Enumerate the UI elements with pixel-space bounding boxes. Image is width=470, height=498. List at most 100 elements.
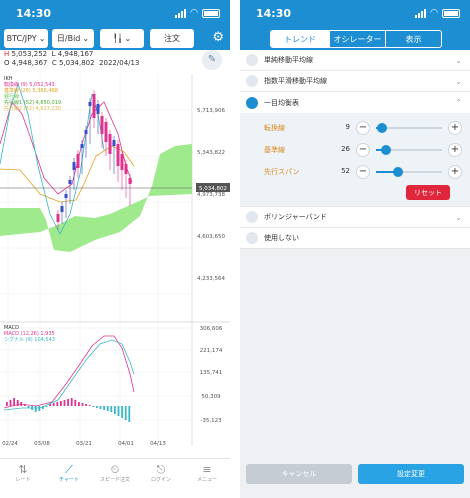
param-label: 先行スパン xyxy=(264,168,300,176)
indicator-item-bollinger[interactable]: ボリンジャーバンド ⌄ xyxy=(240,207,470,228)
x-tick-label: 03/21 xyxy=(76,441,92,446)
nav-item-menu[interactable]: ≡ メニュー xyxy=(184,459,230,498)
low-key: L xyxy=(51,50,56,58)
pair-selector[interactable]: BTC/JPY ⌄ xyxy=(4,29,48,48)
radio-button[interactable] xyxy=(246,75,258,87)
apply-button[interactable]: 設定変更 xyxy=(358,464,464,484)
slider-knob[interactable] xyxy=(393,167,403,177)
x-tick-label: 04/13 xyxy=(150,441,166,446)
macd-histogram-bar xyxy=(60,401,62,406)
x-tick-label: 02/24 xyxy=(2,441,18,446)
gear-icon[interactable]: ⚙ xyxy=(212,31,224,45)
candle-body xyxy=(76,154,80,168)
chart-type-selector[interactable]: ╿╽ ⌄ xyxy=(100,29,144,48)
decrement-button[interactable]: − xyxy=(356,165,370,179)
param-value: 26 xyxy=(341,145,350,153)
candle-body xyxy=(92,94,96,118)
status-time: 14:30 xyxy=(256,7,292,20)
close-value: 5,034,802 xyxy=(58,59,95,67)
pair-label: BTC/JPY xyxy=(6,34,37,43)
macd-tick-label: 221,174 xyxy=(200,348,223,354)
tab-display[interactable]: 表示 xyxy=(385,31,441,47)
indicator-label: 指数平滑移動平均線 xyxy=(264,77,327,85)
indicator-item-sma[interactable]: 単純移動平均線 ⌄ xyxy=(240,50,470,71)
reset-button[interactable]: リセット xyxy=(406,185,450,200)
increment-button[interactable]: + xyxy=(448,143,462,157)
price-type-selector[interactable]: 日/Bid ⌄ xyxy=(52,29,94,48)
candle-body xyxy=(120,154,124,170)
candle-body xyxy=(108,134,112,154)
macd-histogram-bar xyxy=(34,406,37,412)
macd-tick-label: 50,309 xyxy=(201,394,221,400)
decrement-button[interactable]: − xyxy=(356,121,370,135)
macd-histogram-bar xyxy=(128,406,131,422)
macd-histogram-bar xyxy=(9,400,12,406)
macd-histogram-bar xyxy=(88,405,91,406)
macd-histogram-bar xyxy=(117,406,120,416)
radio-button[interactable] xyxy=(246,211,258,223)
increment-button[interactable]: + xyxy=(448,165,462,179)
slider-knob[interactable] xyxy=(381,145,391,155)
macd-histogram-bar xyxy=(81,403,84,406)
macd-histogram-bar xyxy=(13,398,15,406)
nav-label: チャート xyxy=(59,477,79,483)
nav-item-rate[interactable]: ⇅ レート xyxy=(0,459,46,498)
open-value: 4,948,367 xyxy=(11,59,48,67)
chevron-down-icon: ⌄ xyxy=(124,34,132,43)
indicator-item-ichimoku[interactable]: 一目均衡表 ⌃ xyxy=(240,92,470,113)
high-key: H xyxy=(4,50,10,58)
indicator-item-none[interactable]: 使用しない xyxy=(240,228,470,249)
macd-histogram-bar xyxy=(52,403,55,406)
ichimoku-chart[interactable]: 5,034,8025,713,9065,343,8224,973,7384,60… xyxy=(0,74,230,446)
radio-button[interactable] xyxy=(246,54,258,66)
chevron-down-icon: ⌄ xyxy=(38,34,46,43)
ohlc-quote: H 5,053,252 L 4,948,167 O 4,948,367 C 5,… xyxy=(4,50,139,68)
radio-button-selected[interactable] xyxy=(246,96,258,109)
status-bar: 14:30 ◠ xyxy=(240,0,470,28)
tab-oscillator[interactable]: オシレーター xyxy=(329,31,385,47)
cancel-button[interactable]: キャンセル xyxy=(246,464,352,484)
macd-histogram-bar xyxy=(106,406,109,411)
param-slider[interactable] xyxy=(376,123,442,133)
param-slider[interactable] xyxy=(376,145,442,155)
macd-histogram-bar xyxy=(6,402,8,406)
macd-histogram-bar xyxy=(74,400,77,406)
macd-tick-label: 135,741 xyxy=(200,370,223,376)
indicator-item-ema[interactable]: 指数平滑移動平均線 ⌄ xyxy=(240,71,470,92)
nav-item-chart[interactable]: ⟋ チャート xyxy=(46,459,92,498)
candle-body xyxy=(68,180,72,184)
tab-trend[interactable]: トレンド xyxy=(271,31,329,47)
order-button[interactable]: 注文 xyxy=(150,29,194,48)
legend-label: 先行線2 (52) xyxy=(4,106,36,112)
slider-knob[interactable] xyxy=(377,123,387,133)
candle-body xyxy=(96,104,100,114)
segmented-control: トレンド オシレーター 表示 xyxy=(270,30,442,48)
wifi-icon: ◠ xyxy=(190,8,198,18)
price-tick-label: 4,233,564 xyxy=(197,276,225,282)
macd-tick-label: -35,123 xyxy=(200,418,222,424)
nav-item-login[interactable]: ⎋ ログイン xyxy=(138,459,184,498)
signal-icon xyxy=(175,9,187,18)
macd-histogram-bar xyxy=(78,402,80,406)
increment-button[interactable]: + xyxy=(448,121,462,135)
x-tick-label: 04/01 xyxy=(118,441,134,446)
macd-histogram-bar xyxy=(96,406,98,408)
param-slider[interactable] xyxy=(376,167,442,177)
battery-icon xyxy=(202,9,220,18)
param-label: 基準線 xyxy=(264,146,285,154)
macd-histogram-bar xyxy=(63,400,66,406)
legend-value: 5,366,488 xyxy=(32,88,58,94)
decrement-button[interactable]: − xyxy=(356,143,370,157)
pencil-icon[interactable]: ✎ xyxy=(202,50,222,70)
candle-body xyxy=(116,144,120,166)
candle-body xyxy=(72,162,76,170)
quote-date: 2022/04/13 xyxy=(99,59,140,67)
nav-item-speed-order[interactable]: ⏲ スピード注文 xyxy=(92,459,138,498)
price-tick-label: 5,713,906 xyxy=(197,108,225,114)
radio-button[interactable] xyxy=(246,232,258,244)
candle-body xyxy=(128,178,132,184)
price-tick-label: 4,973,738 xyxy=(197,192,225,198)
wifi-icon: ◠ xyxy=(430,8,438,18)
indicator-label: ボリンジャーバンド xyxy=(264,213,327,221)
legend-label: シグナル (9) xyxy=(4,337,35,343)
